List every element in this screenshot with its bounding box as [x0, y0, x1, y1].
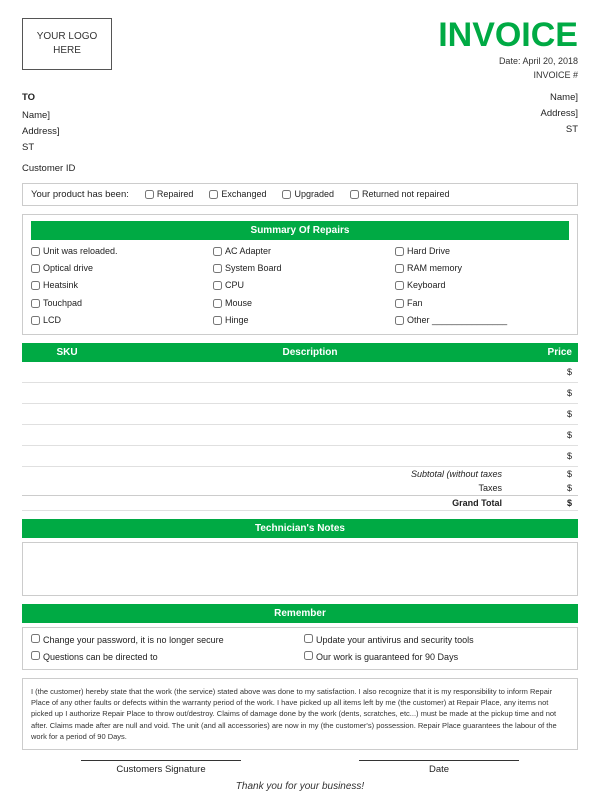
customer-id-label: Customer ID: [22, 161, 75, 177]
sku-cell: [22, 362, 112, 383]
header: YOUR LOGO HERE INVOICE Date: April 20, 2…: [22, 18, 578, 80]
sku-cell: [22, 383, 112, 404]
subtotal-row: Subtotal (without taxes $: [22, 467, 578, 482]
remember-password[interactable]: Change your password, it is no longer se…: [31, 633, 296, 647]
subtotal-label: Subtotal (without taxes: [22, 467, 508, 482]
remember-header: Remember: [22, 604, 578, 623]
logo-text: YOUR LOGO HERE: [37, 30, 98, 58]
sku-cell: [22, 446, 112, 467]
table-row: $: [22, 425, 578, 446]
repairs-summary: Summary Of Repairs Unit was reloaded. AC…: [22, 214, 578, 335]
technician-notes-section: Technician's Notes: [22, 519, 578, 596]
repair-ac-adapter[interactable]: AC Adapter: [213, 244, 387, 259]
repair-ram-memory[interactable]: RAM memory: [395, 261, 569, 276]
billing-left-address: Address]: [22, 124, 75, 140]
price-col-header: Price: [508, 343, 578, 362]
date-signature-block: Date: [359, 760, 519, 775]
thank-you-message: Thank you for your business!: [22, 781, 578, 792]
customer-signature-block: Customers Signature: [81, 760, 241, 775]
repair-mouse[interactable]: Mouse: [213, 296, 387, 311]
billing-right-address: Address]: [541, 106, 579, 122]
repair-heatsink[interactable]: Heatsink: [31, 278, 205, 293]
table-row: $: [22, 362, 578, 383]
invoice-number: INVOICE #: [438, 70, 578, 80]
logo-box: YOUR LOGO HERE: [22, 18, 112, 70]
repairs-grid: Unit was reloaded. AC Adapter Hard Drive…: [31, 244, 569, 328]
repaired-checkbox[interactable]: [145, 190, 154, 199]
product-status-row: Your product has been: Repaired Exchange…: [22, 183, 578, 206]
remember-questions[interactable]: Questions can be directed to: [31, 650, 296, 664]
repair-keyboard[interactable]: Keyboard: [395, 278, 569, 293]
taxes-label: Taxes: [22, 481, 508, 496]
repair-system-board[interactable]: System Board: [213, 261, 387, 276]
taxes-value: $: [508, 481, 578, 496]
status-exchanged[interactable]: Exchanged: [209, 189, 266, 199]
remember-guaranteed[interactable]: Our work is guaranteed for 90 Days: [304, 650, 569, 664]
invoice-title: INVOICE: [438, 18, 578, 52]
desc-cell: [112, 362, 508, 383]
billing-right-name: Name]: [541, 90, 579, 106]
sku-cell: [22, 404, 112, 425]
billing-right: Name] Address] ST: [541, 90, 579, 177]
legal-content: I (the customer) hereby state that the w…: [31, 687, 557, 741]
signature-row: Customers Signature Date: [22, 760, 578, 775]
table-row: $: [22, 446, 578, 467]
status-upgraded[interactable]: Upgraded: [282, 189, 334, 199]
date-sig-line: [359, 760, 519, 761]
sku-table: SKU Description Price $ $ $ $ $: [22, 343, 578, 511]
sku-col-header: SKU: [22, 343, 112, 362]
date-sig-label: Date: [359, 764, 519, 775]
repair-unit-reloaded[interactable]: Unit was reloaded.: [31, 244, 205, 259]
invoice-date: Date: April 20, 2018: [438, 56, 578, 66]
customer-sig-line: [81, 760, 241, 761]
repair-touchpad[interactable]: Touchpad: [31, 296, 205, 311]
desc-cell: [112, 383, 508, 404]
price-cell: $: [508, 425, 578, 446]
exchanged-checkbox[interactable]: [209, 190, 218, 199]
grand-total-row: Grand Total $: [22, 496, 578, 511]
remember-section: Remember Change your password, it is no …: [22, 604, 578, 670]
customer-sig-label: Customers Signature: [81, 764, 241, 775]
product-status-label: Your product has been:: [31, 189, 129, 200]
billing-left: TO Name] Address] ST Customer ID: [22, 90, 75, 177]
repair-optical-drive[interactable]: Optical drive: [31, 261, 205, 276]
repair-other[interactable]: Other _______________: [395, 313, 569, 328]
repair-cpu[interactable]: CPU: [213, 278, 387, 293]
table-row: $: [22, 404, 578, 425]
tech-notes-body: [22, 542, 578, 596]
price-cell: $: [508, 383, 578, 404]
to-label: TO: [22, 90, 75, 106]
upgraded-checkbox[interactable]: [282, 190, 291, 199]
desc-cell: [112, 425, 508, 446]
price-cell: $: [508, 362, 578, 383]
billing-right-state: ST: [541, 122, 579, 138]
tech-notes-header: Technician's Notes: [22, 519, 578, 538]
repair-hard-drive[interactable]: Hard Drive: [395, 244, 569, 259]
table-row: $: [22, 383, 578, 404]
grand-total-label: Grand Total: [22, 496, 508, 511]
repair-hinge[interactable]: Hinge: [213, 313, 387, 328]
legal-text: I (the customer) hereby state that the w…: [22, 678, 578, 750]
description-col-header: Description: [112, 343, 508, 362]
repairs-header: Summary Of Repairs: [31, 221, 569, 240]
invoice-title-block: INVOICE Date: April 20, 2018 INVOICE #: [438, 18, 578, 80]
price-cell: $: [508, 446, 578, 467]
billing-row: TO Name] Address] ST Customer ID Name] A…: [22, 90, 578, 177]
billing-left-name: Name]: [22, 108, 75, 124]
price-cell: $: [508, 404, 578, 425]
repair-fan[interactable]: Fan: [395, 296, 569, 311]
grand-total-value: $: [508, 496, 578, 511]
subtotal-value: $: [508, 467, 578, 482]
remember-grid: Change your password, it is no longer se…: [22, 627, 578, 670]
remember-antivirus[interactable]: Update your antivirus and security tools: [304, 633, 569, 647]
status-repaired[interactable]: Repaired: [145, 189, 194, 199]
sku-cell: [22, 425, 112, 446]
desc-cell: [112, 446, 508, 467]
status-returned[interactable]: Returned not repaired: [350, 189, 450, 199]
desc-cell: [112, 404, 508, 425]
returned-checkbox[interactable]: [350, 190, 359, 199]
repair-lcd[interactable]: LCD: [31, 313, 205, 328]
billing-left-state: ST: [22, 140, 75, 156]
taxes-row: Taxes $: [22, 481, 578, 496]
